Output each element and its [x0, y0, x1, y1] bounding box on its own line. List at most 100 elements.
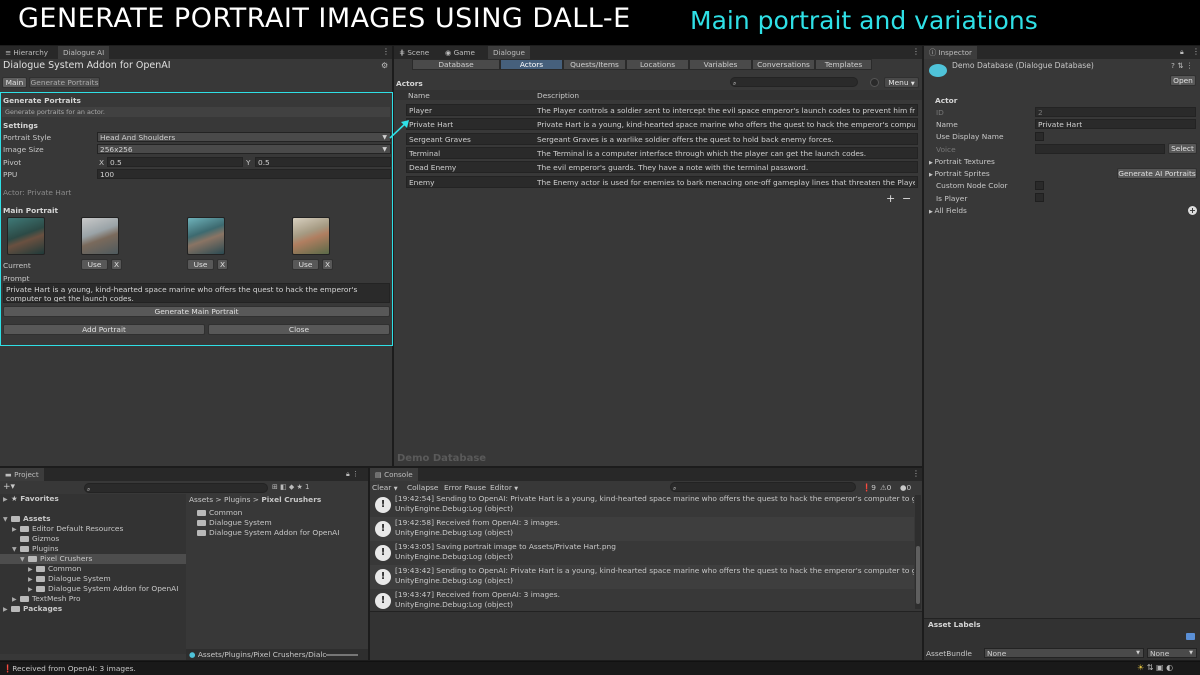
file-item[interactable]: Common: [197, 508, 242, 518]
error-pause-button[interactable]: Error Pause: [444, 483, 486, 492]
actors-search-input[interactable]: ⌕: [730, 77, 858, 87]
asset-bundle-dropdown[interactable]: None ▼: [984, 648, 1144, 658]
tab-project[interactable]: ▬ Project: [0, 468, 44, 481]
zoom-slider[interactable]: [326, 654, 358, 656]
name-field[interactable]: Private Hart: [1035, 119, 1196, 129]
tree-item-gizmos[interactable]: Gizmos: [20, 534, 59, 544]
project-toolbar-icons[interactable]: ⊞ ◧ ◆ ★ 1: [272, 483, 310, 491]
db-tab-actors[interactable]: Actors: [500, 59, 563, 70]
image-size-dropdown[interactable]: 256x256 ▼: [97, 144, 391, 154]
prompt-textarea[interactable]: Private Hart is a young, kind-hearted sp…: [3, 283, 390, 303]
table-row[interactable]: Enemy The Enemy actor is used for enemies…: [406, 176, 918, 188]
tree-item-pixel-crushers[interactable]: ▼ Pixel Crushers: [20, 554, 92, 564]
collapse-button[interactable]: Collapse: [407, 483, 438, 492]
add-field-icon[interactable]: +: [1188, 206, 1197, 215]
file-item[interactable]: Dialogue System: [197, 518, 272, 528]
add-row-button[interactable]: +: [886, 192, 895, 205]
more-icon[interactable]: 🔒︎ ⋮: [346, 468, 359, 481]
tree-item-textmesh[interactable]: ▶ TextMesh Pro: [12, 594, 80, 604]
db-tab-locations[interactable]: Locations: [626, 59, 689, 70]
tree-item-plugins[interactable]: ▼ Plugins: [12, 544, 58, 554]
generate-portraits-tab-button[interactable]: Generate Portraits: [29, 77, 100, 88]
status-icons[interactable]: ☀ ⇅ ▣ ◐: [1137, 663, 1173, 672]
log-entry[interactable]: ! [19:43:42] Sending to OpenAI: Private H…: [370, 565, 914, 589]
tab-dialogue[interactable]: Dialogue: [488, 46, 530, 59]
lock-icon[interactable]: 🔒︎: [1180, 46, 1184, 59]
tab-dialogue-ai[interactable]: Dialogue AI: [58, 46, 110, 59]
all-fields-foldout[interactable]: ▶ All Fields: [929, 206, 967, 215]
tab-game[interactable]: ◉ Game: [440, 46, 480, 59]
main-tab-button[interactable]: Main: [2, 77, 27, 88]
open-button[interactable]: Open: [1170, 75, 1196, 86]
remove-button-2[interactable]: X: [217, 259, 228, 270]
more-icon[interactable]: ⋮: [1192, 46, 1200, 59]
clear-button[interactable]: Clear ▼: [372, 483, 398, 492]
generate-main-portrait-button[interactable]: Generate Main Portrait: [3, 306, 390, 317]
label-tag-icon[interactable]: [1186, 633, 1195, 640]
log-entry[interactable]: ! [19:42:58] Received from OpenAI: 3 imag…: [370, 517, 914, 541]
close-button[interactable]: Close: [208, 324, 390, 335]
is-player-checkbox[interactable]: [1035, 193, 1044, 202]
table-row[interactable]: Player The Player controls a soldier sent…: [406, 104, 918, 116]
more-icon[interactable]: ⋮: [912, 468, 920, 481]
use-display-name-checkbox[interactable]: [1035, 132, 1044, 141]
asset-variant-dropdown[interactable]: None ▼: [1147, 648, 1197, 658]
help-icon[interactable]: ? ⇅ ⋮: [1171, 61, 1193, 70]
db-tab-database[interactable]: Database: [412, 59, 500, 70]
log-entry[interactable]: ! [19:43:05] Saving portrait image to Ass…: [370, 541, 914, 565]
breadcrumb-plugins[interactable]: Plugins: [224, 495, 250, 504]
more-icon[interactable]: ⋮: [912, 46, 920, 59]
use-button-3[interactable]: Use: [292, 259, 319, 270]
settings-gear-icon[interactable]: ⚙: [381, 61, 388, 70]
tree-item-addon[interactable]: ▶ Dialogue System Addon for OpenAI: [28, 584, 178, 594]
tree-item-common[interactable]: ▶ Common: [28, 564, 81, 574]
variation-portrait-3[interactable]: [292, 217, 330, 255]
db-tab-templates[interactable]: Templates: [815, 59, 872, 70]
use-button-1[interactable]: Use: [81, 259, 108, 270]
portrait-textures-foldout[interactable]: ▶ Portrait Textures: [929, 157, 995, 166]
pivot-x-input[interactable]: 0.5: [107, 157, 243, 167]
warning-count-toggle[interactable]: ⚠0: [880, 483, 891, 492]
generate-ai-portraits-button[interactable]: Generate AI Portraits: [1117, 168, 1197, 179]
select-button[interactable]: Select: [1168, 143, 1197, 154]
editor-dropdown[interactable]: Editor ▼: [490, 483, 518, 492]
use-button-2[interactable]: Use: [187, 259, 214, 270]
console-scrollbar-thumb[interactable]: [916, 546, 920, 604]
pivot-y-input[interactable]: 0.5: [255, 157, 391, 167]
db-tab-conversations[interactable]: Conversations: [752, 59, 815, 70]
portrait-sprites-foldout[interactable]: ▶ Portrait Sprites: [929, 169, 990, 178]
file-item[interactable]: Dialogue System Addon for OpenAI: [197, 528, 339, 538]
tree-item-assets[interactable]: ▼ Assets: [3, 514, 50, 524]
ppu-input[interactable]: 100: [97, 169, 391, 179]
tab-console[interactable]: ▤ Console: [370, 468, 418, 481]
tree-item-packages[interactable]: ▶ Packages: [3, 604, 62, 614]
table-row[interactable]: Private Hart Private Hart is a young, kin…: [406, 118, 918, 130]
portrait-style-dropdown[interactable]: Head And Shoulders ▼: [97, 132, 391, 142]
variation-portrait-2[interactable]: [187, 217, 225, 255]
tree-item-editor-default[interactable]: ▶ Editor Default Resources: [12, 524, 123, 534]
table-row[interactable]: Dead Enemy The evil emperor's guards. The…: [406, 161, 918, 173]
custom-node-color-checkbox[interactable]: [1035, 181, 1044, 190]
remove-button-3[interactable]: X: [322, 259, 333, 270]
console-search-input[interactable]: ⌕: [670, 482, 856, 492]
add-portrait-button[interactable]: Add Portrait: [3, 324, 205, 335]
info-count-toggle[interactable]: ❗9: [862, 483, 876, 492]
favorites-node[interactable]: ▶ ★ Favorites: [3, 494, 59, 504]
menu-button[interactable]: Menu ▼: [884, 77, 919, 88]
more-icon[interactable]: ⋮: [382, 46, 390, 59]
voice-field[interactable]: [1035, 144, 1165, 154]
project-search-input[interactable]: ⌕: [84, 483, 268, 493]
table-row[interactable]: Sergeant Graves Sergeant Graves is a warl…: [406, 133, 918, 145]
log-entry[interactable]: ! [19:42:54] Sending to OpenAI: Private H…: [370, 493, 914, 517]
filter-toggle-icon[interactable]: [870, 78, 879, 87]
db-tab-quests[interactable]: Quests/Items: [563, 59, 626, 70]
remove-row-button[interactable]: −: [902, 192, 911, 205]
db-tab-variables[interactable]: Variables: [689, 59, 752, 70]
remove-button-1[interactable]: X: [111, 259, 122, 270]
log-entry[interactable]: ! [19:43:47] Received from OpenAI: 3 imag…: [370, 589, 914, 613]
variation-portrait-1[interactable]: [81, 217, 119, 255]
breadcrumb-assets[interactable]: Assets: [189, 495, 213, 504]
table-row[interactable]: Terminal The Terminal is a computer inter…: [406, 147, 918, 159]
error-count-toggle[interactable]: ●0: [900, 483, 911, 492]
tree-item-dialogue-system[interactable]: ▶ Dialogue System: [28, 574, 111, 584]
